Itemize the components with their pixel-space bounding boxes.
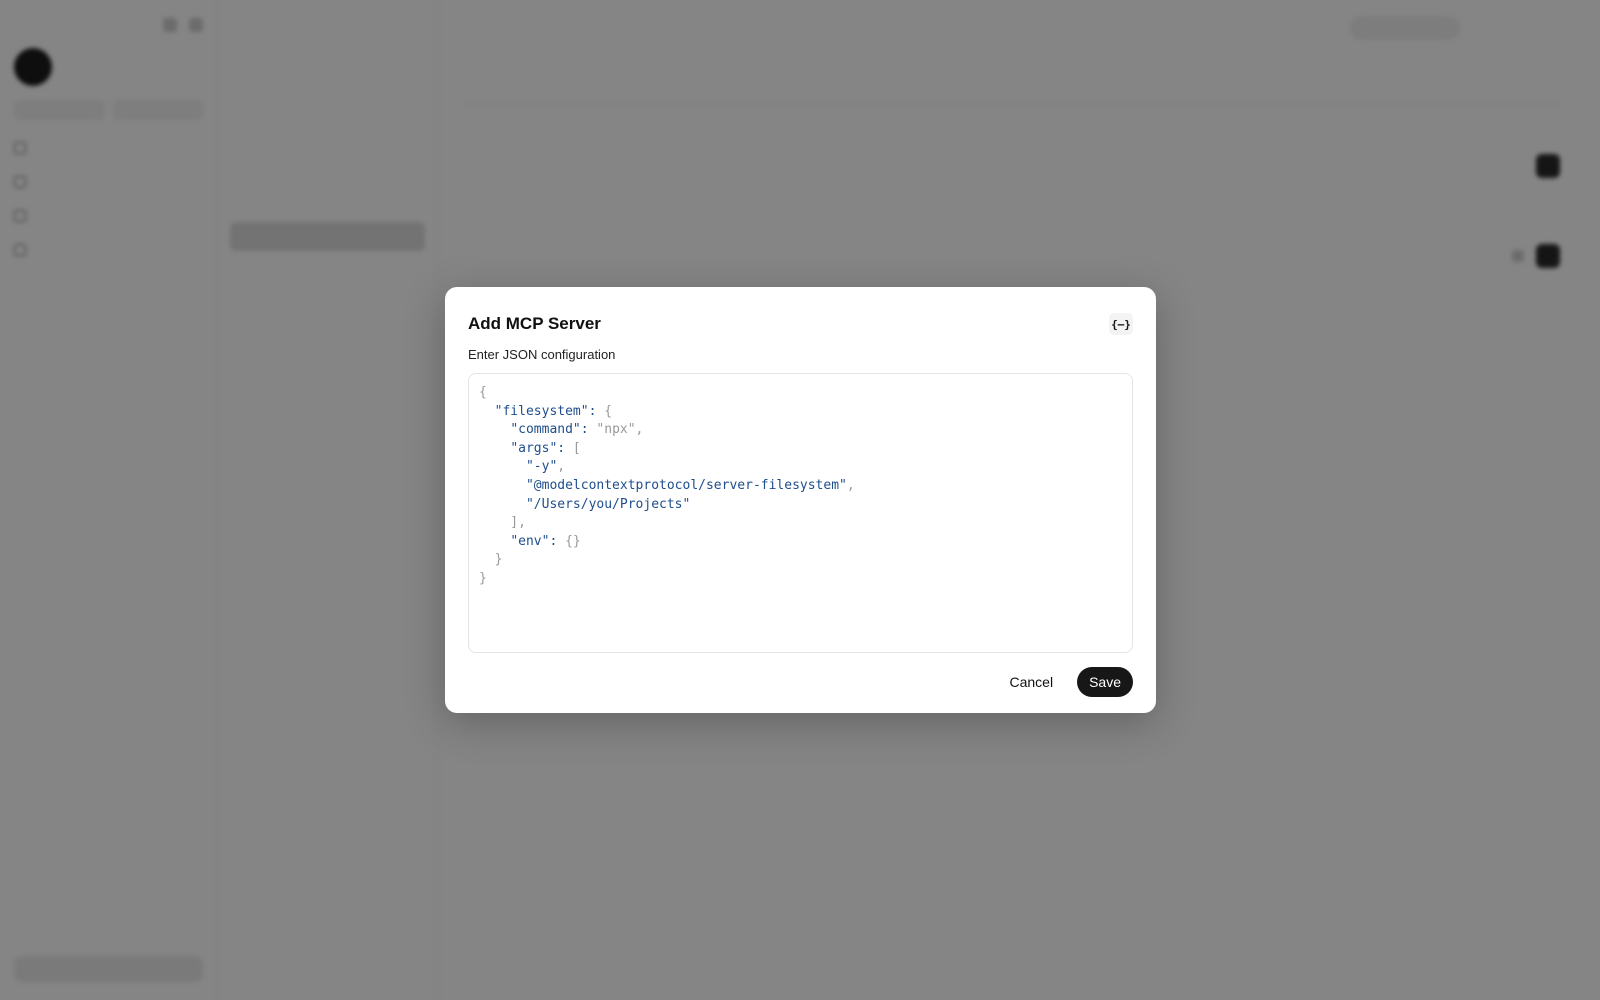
modal-footer: Cancel Save	[468, 667, 1133, 697]
code-braces-icon[interactable]: {–}	[1109, 313, 1133, 335]
json-config-editor[interactable]: { "filesystem": { "command": "npx", "arg…	[468, 373, 1133, 653]
json-config-label: Enter JSON configuration	[468, 347, 616, 362]
modal-header: Add MCP Server {–}	[468, 309, 1133, 339]
json-line: }	[479, 570, 487, 586]
save-button[interactable]: Save	[1077, 667, 1133, 697]
json-line: {	[479, 385, 487, 400]
json-line: "@modelcontextprotocol/server-filesystem…	[525, 477, 855, 493]
json-line: "args": [	[510, 440, 581, 456]
json-line: "/Users/you/Projects"	[525, 496, 691, 512]
json-line: ],	[479, 515, 526, 531]
json-config-text[interactable]: { "filesystem": { "command": "npx", "arg…	[479, 384, 1122, 589]
json-line: "command": "npx",	[510, 422, 644, 438]
json-line: "filesystem": {	[494, 403, 613, 419]
add-mcp-server-dialog: Add MCP Server {–} Enter JSON configurat…	[445, 287, 1156, 713]
json-line: }	[479, 552, 503, 568]
modal-title: Add MCP Server	[468, 314, 601, 333]
cancel-button[interactable]: Cancel	[1001, 668, 1061, 696]
json-line: "env": {}	[510, 533, 581, 549]
json-line: "-y",	[525, 459, 566, 475]
